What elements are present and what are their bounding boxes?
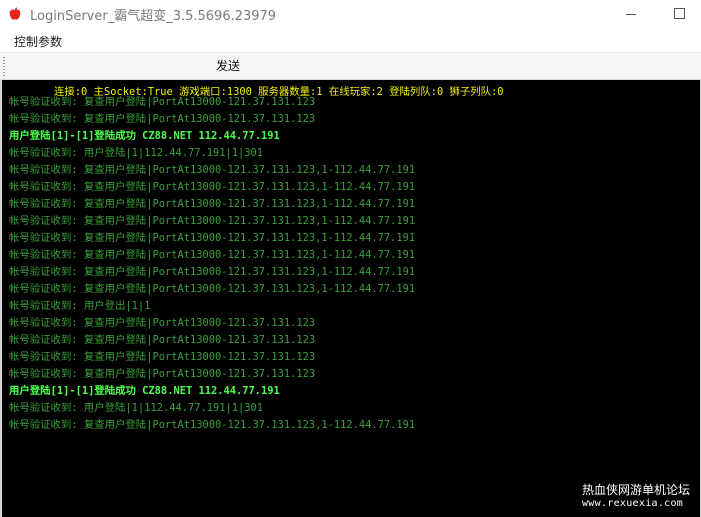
log-line: 用户登陆[1]-[1]登陆成功 CZ88.NET 112.44.77.191 bbox=[9, 385, 280, 397]
window-title: LoginServer_霸气超变_3.5.5696.23979 bbox=[30, 9, 277, 24]
watermark: 热血侠网游单机论坛 www.rexuexia.com bbox=[582, 483, 690, 510]
log-line: 帐号验证收到: 复查用户登陆|PortAt13000-121.37.131.12… bbox=[9, 317, 316, 329]
log-line: 帐号验证收到: 复查用户登陆|PortAt13000-121.37.131.12… bbox=[9, 249, 416, 261]
menu-bar: 控制参数 bbox=[0, 28, 701, 52]
title-bar: LoginServer_霸气超变_3.5.5696.23979 bbox=[0, 0, 701, 28]
log-line: 帐号验证收到: 用户登出|1|1 bbox=[9, 300, 151, 312]
log-line: 帐号验证收到: 复查用户登陆|PortAt13000-121.37.131.12… bbox=[9, 181, 416, 193]
minimize-button[interactable] bbox=[608, 0, 654, 28]
log-line: 帐号验证收到: 复查用户登陆|PortAt13000-121.37.131.12… bbox=[9, 351, 316, 363]
log-line: 用户登陆[1]-[1]登陆成功 CZ88.NET 112.44.77.191 bbox=[9, 130, 280, 142]
watermark-title: 热血侠网游单机论坛 bbox=[581, 483, 690, 497]
toolbar-grip-handle[interactable] bbox=[3, 57, 5, 76]
menu-item-control-params[interactable]: 控制参数 bbox=[14, 33, 62, 50]
log-line: 帐号验证收到: 复查用户登陆|PortAt13000-121.37.131.12… bbox=[9, 215, 416, 227]
send-button[interactable]: 发送 bbox=[208, 56, 248, 77]
log-line: 帐号验证收到: 用户登陆|1|112.44.77.191|1|301 bbox=[9, 402, 264, 414]
watermark-url: www.rexuexia.com bbox=[581, 498, 684, 509]
log-line: 帐号验证收到: 复查用户登陆|PortAt13000-121.37.131.12… bbox=[9, 419, 416, 431]
log-line: 帐号验证收到: 复查用户登陆|PortAt13000-121.37.131.12… bbox=[9, 368, 316, 380]
apple-icon bbox=[9, 7, 21, 20]
toolbar: 发送 bbox=[0, 52, 701, 80]
log-line: 帐号验证收到: 复查用户登陆|PortAt13000-121.37.131.12… bbox=[9, 283, 416, 295]
log-line: 帐号验证收到: 复查用户登陆|PortAt13000-121.37.131.12… bbox=[9, 113, 316, 125]
log-console: 连接:0 主Socket:True 游戏端口:1300 服务器数量:1 在线玩家… bbox=[0, 80, 701, 517]
log-line: 帐号验证收到: 复查用户登陆|PortAt13000-121.37.131.12… bbox=[9, 164, 416, 176]
log-line: 帐号验证收到: 复查用户登陆|PortAt13000-121.37.131.12… bbox=[9, 334, 316, 346]
maximize-button[interactable] bbox=[655, 0, 701, 28]
log-line: 帐号验证收到: 复查用户登陆|PortAt13000-121.37.131.12… bbox=[9, 198, 416, 210]
log-line: 帐号验证收到: 复查用户登陆|PortAt13000-121.37.131.12… bbox=[9, 232, 416, 244]
log-line: 帐号验证收到: 复查用户登陆|PortAt13000-121.37.131.12… bbox=[9, 96, 316, 108]
log-line: 帐号验证收到: 复查用户登陆|PortAt13000-121.37.131.12… bbox=[9, 266, 416, 278]
log-line: 帐号验证收到: 用户登陆|1|112.44.77.191|1|301 bbox=[9, 147, 264, 159]
